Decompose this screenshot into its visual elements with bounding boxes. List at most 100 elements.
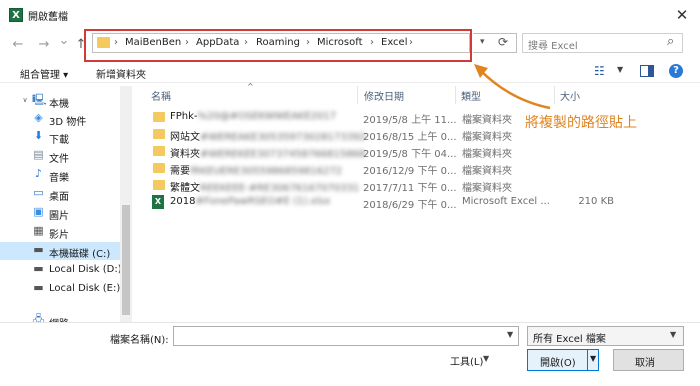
pictures-icon: ▣: [33, 205, 44, 218]
open-options-chevron-icon[interactable]: ▼: [590, 354, 596, 363]
tools-button[interactable]: 工具(L): [450, 353, 483, 368]
music-icon: ♪: [34, 167, 43, 180]
sidebar-item-label: Local Disk (E:): [49, 283, 121, 294]
computer-icon: 🖳: [32, 93, 47, 106]
sidebar-item-label: 下載: [49, 135, 69, 146]
sort-caret-icon: ^: [247, 82, 254, 91]
new-folder-button[interactable]: 新增資料夾: [96, 66, 146, 81]
table-row[interactable]: 需要fRKEUERE3055986859816272 2016/12/9 下午 …: [140, 160, 620, 177]
sidebar-item-drive-d[interactable]: ▬ Local Disk (D:): [0, 261, 122, 279]
filter-chevron-down-icon[interactable]: ▼: [670, 330, 676, 339]
sidebar-item-label: 音樂: [49, 173, 69, 184]
organize-button[interactable]: 組合管理 ▾: [20, 66, 68, 81]
table-row[interactable]: 繁體文REEKEEE-#RE30676167070331 2017/7/11 下…: [140, 177, 620, 194]
file-date: 2016/8/15 上午 0...: [363, 132, 457, 143]
excel-file-icon: X: [152, 195, 164, 209]
file-type: 檔案資料夾: [462, 183, 512, 194]
title-bar: [0, 0, 700, 30]
forward-button[interactable]: →: [36, 37, 52, 53]
sidebar-item-label: 本機磁碟 (C:): [49, 249, 111, 260]
sidebar-item-videos[interactable]: ▦ 影片: [0, 223, 120, 242]
file-date: 2017/7/11 下午 0...: [363, 183, 457, 194]
sidebar-item-downloads[interactable]: ⬇ 下載: [0, 128, 120, 147]
address-highlight-box: [84, 29, 472, 62]
sidebar-item-drive-e[interactable]: ▬ Local Disk (E:): [0, 280, 120, 298]
sidebar-item-network[interactable]: 🖧 網路: [0, 312, 120, 323]
sidebar-item-label: 網路: [49, 315, 69, 322]
view-caret-icon[interactable]: ▼: [617, 65, 623, 74]
tools-chevron-down-icon[interactable]: ▼: [483, 354, 489, 363]
sidebar-item-label: 桌面: [49, 192, 69, 203]
file-date: 2019/5/8 上午 11...: [363, 115, 457, 126]
column-header-name[interactable]: 名稱: [151, 88, 171, 103]
filename-dropdown-chevron-icon[interactable]: ▼: [507, 330, 513, 339]
download-icon: ⬇: [33, 129, 44, 142]
file-name: 网站文#WEREAKE30535973028173392: [170, 132, 366, 143]
address-dropdown-chevron-icon[interactable]: ▾: [480, 37, 485, 47]
sidebar-item-label: 影片: [49, 230, 69, 241]
folder-icon: [153, 129, 165, 139]
help-icon[interactable]: ?: [669, 64, 683, 78]
search-icon[interactable]: ⌕: [667, 34, 674, 49]
sidebar-item-label: 文件: [49, 154, 69, 165]
desktop-icon: ▭: [33, 186, 44, 199]
cancel-button-label: 取消: [635, 358, 655, 369]
file-date: 2018/6/29 下午 0...: [363, 200, 457, 211]
column-header-size[interactable]: 大小: [560, 88, 580, 103]
close-button[interactable]: ✕: [670, 4, 694, 26]
search-placeholder: 搜尋 Excel: [528, 41, 578, 52]
file-type-filter-value: 所有 Excel 檔案: [533, 334, 606, 345]
sidebar-item-desktop[interactable]: ▭ 桌面: [0, 185, 120, 204]
sidebar-item-3d-objects[interactable]: ◈ 3D 物件: [0, 110, 120, 129]
video-icon: ▦: [33, 224, 44, 237]
file-date: 2019/5/8 下午 04...: [363, 149, 457, 160]
sidebar-item-label: 本機: [49, 99, 69, 110]
file-type: Microsoft Excel ...: [462, 196, 550, 207]
cube-icon: ◈: [34, 111, 43, 124]
sidebar-item-label: Local Disk (D:): [49, 264, 122, 275]
filename-input[interactable]: [173, 326, 519, 346]
folder-icon: [153, 146, 165, 156]
file-name: 繁體文REEKEEE-#RE30676167070331: [170, 183, 360, 194]
bottom-divider: [0, 322, 700, 323]
file-type: 檔案資料夾: [462, 149, 512, 160]
table-row[interactable]: X 2018#FonePawRSEO#E (1).xlsx 2018/6/29 …: [140, 194, 620, 211]
drive-icon: ▬: [33, 262, 44, 275]
open-button-split: [587, 350, 588, 370]
column-divider[interactable]: [455, 86, 456, 104]
preview-pane-icon[interactable]: [640, 65, 654, 77]
file-name: 2018#FonePawRSEO#E (1).xlsx: [170, 196, 331, 207]
folder-icon: [153, 180, 165, 190]
network-icon: 🖧: [32, 313, 45, 323]
file-type: 檔案資料夾: [462, 132, 512, 143]
table-row[interactable]: 資料夾#WEREKEE30737458766815868 2019/5/8 下午…: [140, 143, 620, 160]
file-date: 2016/12/9 下午 0...: [363, 166, 457, 177]
back-button[interactable]: ←: [10, 37, 26, 53]
sidebar-item-drive-c[interactable]: ▬ 本機磁碟 (C:): [0, 242, 120, 260]
navigation-pane: ∨ 🖳 本機 ◈ 3D 物件 ⬇ 下載 ▤ 文件 ♪ 音樂 ▭ 桌面 ▣ 圖片 …: [0, 86, 133, 322]
toolbar-divider: [0, 82, 700, 83]
drive-c-icon: ▬: [33, 243, 44, 256]
sidebar-item-this-pc[interactable]: ∨ 🖳 本機: [0, 92, 120, 111]
column-header-date[interactable]: 修改日期: [364, 88, 404, 103]
sidebar-item-pictures[interactable]: ▣ 圖片: [0, 204, 120, 223]
file-name: 資料夾#WEREKEE30737458766815868: [170, 149, 366, 160]
excel-app-icon: X: [9, 8, 23, 22]
file-name: 需要fRKEUERE3055986859816272: [170, 166, 343, 177]
view-options-icon[interactable]: ☷: [594, 64, 605, 78]
refresh-icon[interactable]: ⟳: [498, 35, 508, 49]
sidebar-scrollbar-thumb[interactable]: [122, 205, 130, 315]
sidebar-item-music[interactable]: ♪ 音樂: [0, 166, 120, 185]
sidebar-item-label: 3D 物件: [49, 117, 87, 128]
sidebar-item-label: 圖片: [49, 211, 69, 222]
open-button-label: 開啟(O): [540, 358, 576, 369]
expand-chevron-icon[interactable]: ∨: [20, 94, 30, 106]
sidebar-item-documents[interactable]: ▤ 文件: [0, 147, 120, 166]
file-name: FPhk-%20@#OSEKWWEAKE2017: [170, 111, 337, 122]
folder-icon: [153, 112, 165, 122]
drive-icon: ▬: [33, 281, 44, 294]
file-type: 檔案資料夾: [462, 166, 512, 177]
recent-locations-chevron-icon[interactable]: ⌄: [56, 33, 72, 49]
column-divider[interactable]: [357, 86, 358, 104]
window-title: 開啟舊檔: [28, 12, 68, 23]
